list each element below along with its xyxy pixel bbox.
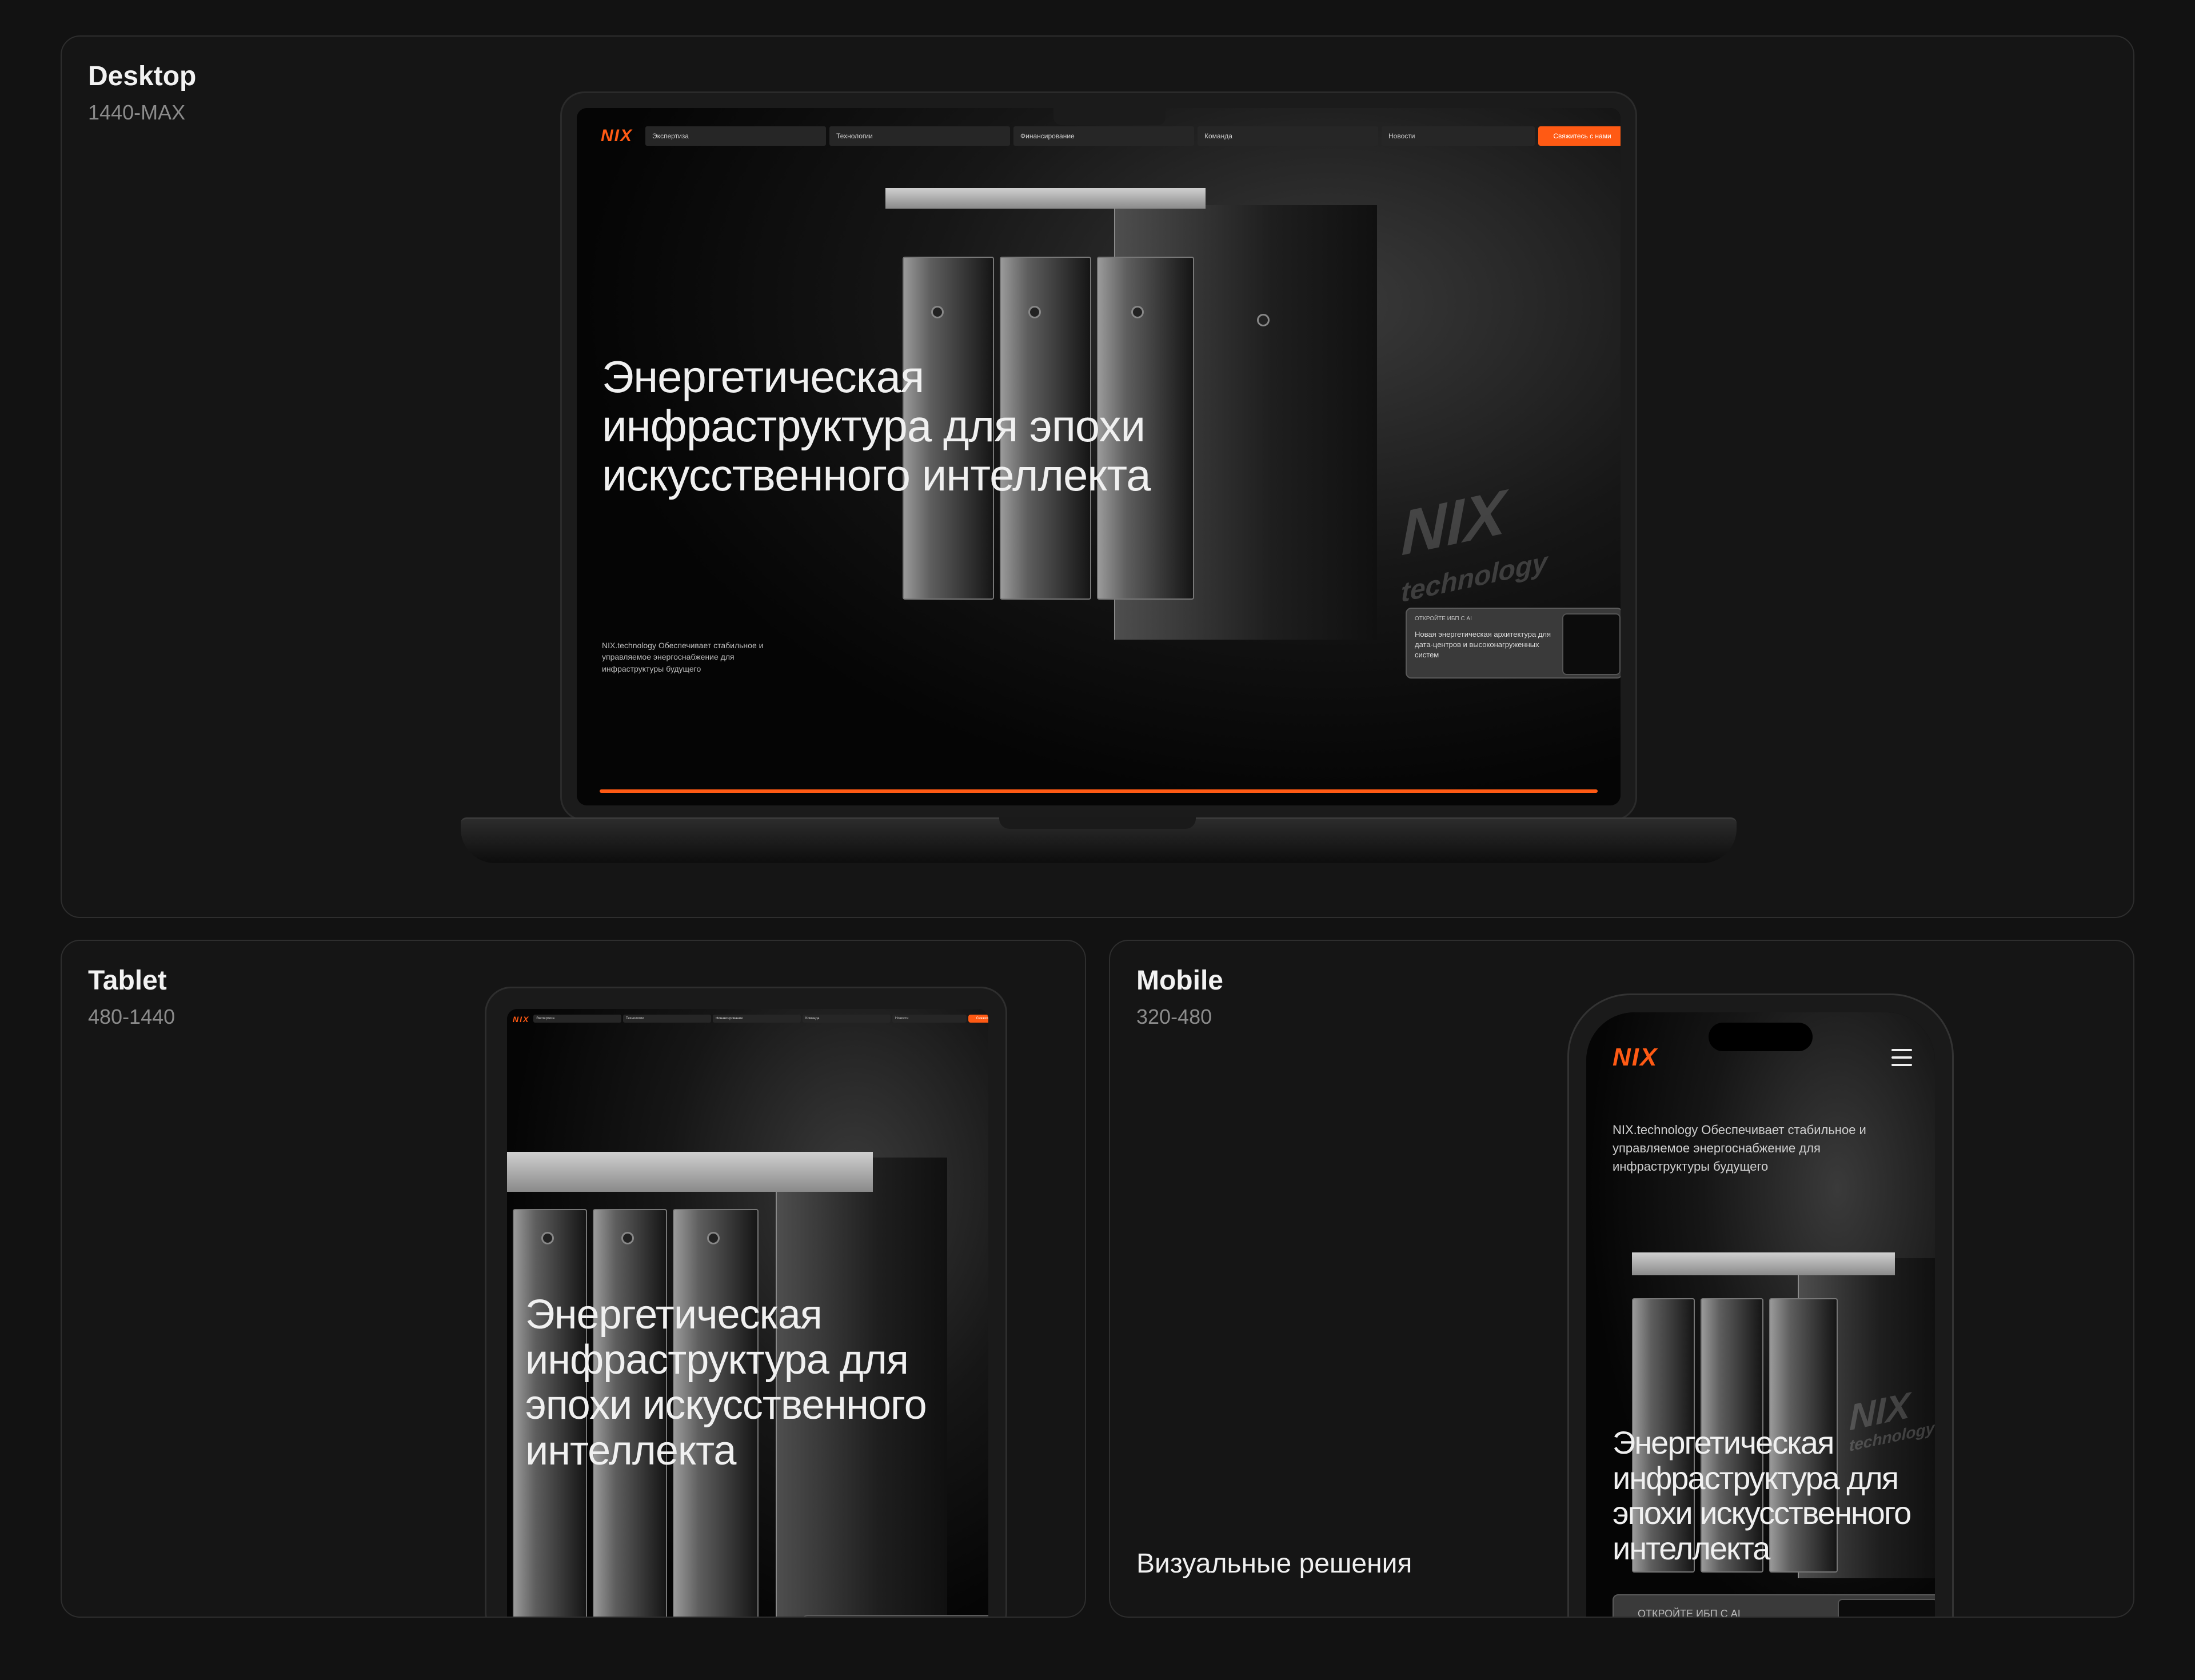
nav-item-technologies[interactable]: Технологии [623,1015,711,1023]
contact-button[interactable]: Свяжитесь с нами [1538,126,1621,146]
nav-bar: Экспертиза Технологии Финансирование Ком… [645,126,1621,146]
hero-progress-bar [600,789,1598,793]
machine-bolt [621,1232,634,1244]
menu-icon[interactable] [1891,1049,1912,1066]
tablet-mockup: NIX Экспертиза Технологии Финансирование… [485,987,1007,1617]
machine-bolt [1028,306,1041,318]
nav-item-financing[interactable]: Финансирование [713,1015,801,1023]
ups-ai-card[interactable]: ОТКРОЙТЕ ИБП С AI [1613,1594,1935,1618]
tablet-screen: NIX Экспертиза Технологии Финансирование… [507,1009,988,1617]
nav-bar: Экспертиза Технологии Финансирование Ком… [533,1015,988,1023]
hero-line: эпохи искусственного [525,1382,927,1428]
desktop-panel: Desktop 1440-MAX NIX Экспертиза Технолог… [61,35,2134,918]
contact-button[interactable]: Свяжитесь с нами [968,1015,988,1023]
laptop-mockup: NIX Экспертиза Технологии Финансирование… [560,91,1637,821]
nix-logo[interactable]: NIX [1613,1043,1658,1072]
hero-line: Энергетическая [1613,1424,1834,1460]
hero-description: NIX.technology Обеспечивает стабильное и… [1613,1123,1866,1174]
panel-title: Mobile [1136,965,1223,996]
machine-top-rail [507,1152,873,1192]
nav-item-team[interactable]: Команда [1198,126,1378,146]
hero-title: Энергетическая инфраструктура для эпохи … [525,1292,927,1474]
panel-range: 480-1440 [88,1005,175,1028]
nix-watermark: NIX [1401,476,1506,569]
panel-range: 1440-MAX [88,101,186,124]
hero-line: инфраструктура для эпохи [602,400,1146,451]
mobile-panel: Mobile 320-480 Визуальные решения NIX NI… [1109,940,2134,1618]
dynamic-island [1709,1023,1813,1051]
ups-ai-card[interactable]: ОТКРОЙТЕ ИБП С AI [802,1615,988,1617]
nix-logo[interactable]: NIX [513,1015,529,1024]
nav-item-expertise[interactable]: Экспертиза [645,126,826,146]
nav-item-financing[interactable]: Финансирование [1013,126,1194,146]
site-preview-mobile: NIX NIX.technology Обеспечивает стабильн… [1586,1012,1935,1618]
panel-title: Desktop [88,61,197,91]
phone-screen: NIX NIX.technology Обеспечивает стабильн… [1586,1012,1935,1618]
nav-item-technologies[interactable]: Технологии [829,126,1010,146]
nav-item-news[interactable]: Новости [892,1015,967,1023]
card-thumbnail [1838,1599,1935,1617]
machine-bolt [1257,314,1270,326]
tablet-panel: Tablet 480-1440 NIX Экспертиза Технологи… [61,940,1086,1618]
hero-description: NIX.technology Обеспечивает стабильное и… [602,641,764,673]
card-tag: ОТКРОЙТЕ ИБП С AI [1638,1608,1741,1618]
nav-item-team[interactable]: Команда [803,1015,891,1023]
hero-title: Энергетическая инфраструктура для эпохи … [1613,1424,1911,1566]
nav-item-news[interactable]: Новости [1382,126,1535,146]
panel-title: Tablet [88,965,167,996]
machine-bolt [707,1232,720,1244]
card-tag: ОТКРОЙТЕ ИБП С AI [1415,616,1472,622]
nav-item-expertise[interactable]: Экспертиза [533,1015,621,1023]
laptop-screen: NIX Экспертиза Технологии Финансирование… [577,108,1621,805]
ups-ai-card[interactable]: ОТКРОЙТЕ ИБП С AI Новая энергетическая а… [1406,608,1621,679]
hero-line: искусственного интеллекта [602,449,1151,500]
hero-line: интеллекта [525,1427,736,1474]
hero-line: интеллекта [1613,1530,1770,1566]
hero-line: Энергетическая [525,1292,823,1338]
machine-bolt [1131,306,1144,318]
panel-range: 320-480 [1136,1005,1212,1028]
hero-line: эпохи искусственного [1613,1495,1911,1531]
site-preview-desktop: NIX Экспертиза Технологии Финансирование… [577,108,1621,805]
hero-line: инфраструктура для [1613,1459,1899,1496]
hero-title: Энергетическая инфраструктура для эпохи … [602,352,1151,500]
phone-mockup: NIX NIX.technology Обеспечивает стабильн… [1567,993,1954,1618]
hero-line: инфраструктура для [525,1337,909,1383]
machine-bolt [931,306,944,318]
nix-logo[interactable]: NIX [601,126,633,146]
machine-bolt [541,1232,554,1244]
machine-top-rail [1632,1252,1895,1275]
card-thumbnail [1562,613,1621,675]
camera-notch [1053,108,1166,125]
laptop-trackpad-notch [999,817,1196,829]
site-preview-tablet: NIX Экспертиза Технологии Финансирование… [507,1009,988,1617]
machine-top-rail [885,188,1206,209]
card-text: Новая энергетическая архитектура для дат… [1415,630,1551,660]
hero-line: Энергетическая [602,352,924,402]
visual-solutions-label: Визуальные решения [1136,1549,1412,1579]
